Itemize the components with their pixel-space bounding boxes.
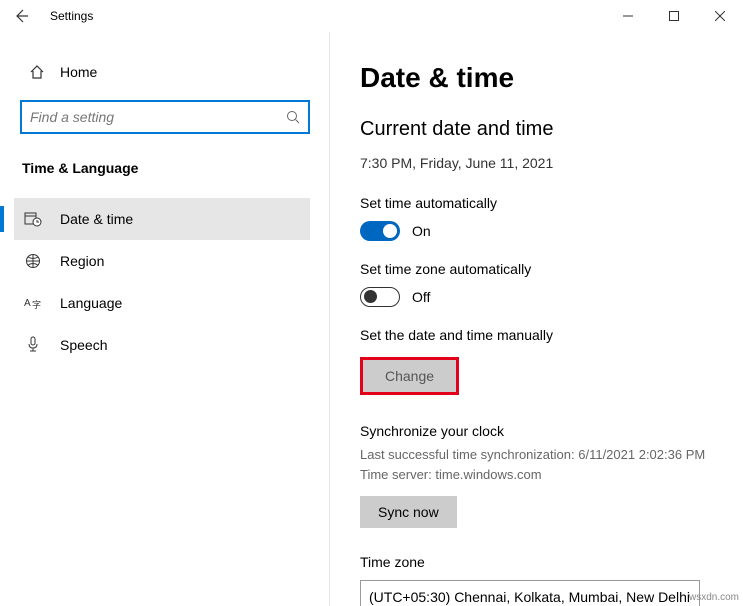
home-icon bbox=[28, 64, 46, 80]
microphone-icon bbox=[24, 336, 42, 354]
back-arrow-icon bbox=[14, 8, 30, 24]
svg-text:A: A bbox=[24, 298, 31, 309]
sync-meta: Last successful time synchronization: 6/… bbox=[360, 445, 719, 484]
set-time-auto-label: Set time automatically bbox=[360, 195, 719, 211]
manual-label: Set the date and time manually bbox=[360, 327, 719, 343]
sync-heading: Synchronize your clock bbox=[360, 423, 719, 439]
sidebar-divider bbox=[329, 32, 330, 606]
timezone-value: (UTC+05:30) Chennai, Kolkata, Mumbai, Ne… bbox=[369, 589, 690, 605]
nav-label: Speech bbox=[60, 337, 107, 353]
nav-speech[interactable]: Speech bbox=[14, 324, 310, 366]
set-time-auto-state: On bbox=[412, 223, 431, 239]
globe-icon bbox=[24, 253, 42, 269]
nav-language[interactable]: A字 Language bbox=[14, 282, 310, 324]
sync-last-label: Last successful time synchronization: bbox=[360, 447, 575, 462]
current-datetime: 7:30 PM, Friday, June 11, 2021 bbox=[360, 155, 719, 171]
timezone-select[interactable]: (UTC+05:30) Chennai, Kolkata, Mumbai, Ne… bbox=[360, 580, 700, 606]
sync-server-value: time.windows.com bbox=[435, 467, 541, 482]
sidebar: Home Time & Language Date & time Region … bbox=[0, 32, 330, 606]
nav-label: Date & time bbox=[60, 211, 133, 227]
search-icon bbox=[286, 110, 300, 124]
window-title: Settings bbox=[44, 9, 93, 23]
title-bar: Settings bbox=[0, 0, 743, 32]
nav-label: Region bbox=[60, 253, 104, 269]
svg-text:字: 字 bbox=[32, 299, 41, 310]
nav-region[interactable]: Region bbox=[14, 240, 310, 282]
change-button: Change bbox=[363, 360, 456, 392]
set-tz-auto-toggle[interactable] bbox=[360, 287, 400, 307]
page-heading: Date & time bbox=[360, 62, 719, 94]
close-icon bbox=[715, 11, 725, 21]
sync-last-value: 6/11/2021 2:02:36 PM bbox=[578, 447, 705, 462]
home-nav[interactable]: Home bbox=[20, 60, 310, 84]
sync-now-button[interactable]: Sync now bbox=[360, 496, 457, 528]
minimize-button[interactable] bbox=[605, 0, 651, 32]
set-tz-auto-label: Set time zone automatically bbox=[360, 261, 719, 277]
set-time-auto-toggle[interactable] bbox=[360, 221, 400, 241]
search-box[interactable] bbox=[20, 100, 310, 134]
back-button[interactable] bbox=[0, 8, 44, 24]
maximize-icon bbox=[669, 11, 679, 21]
home-label: Home bbox=[60, 64, 97, 80]
maximize-button[interactable] bbox=[651, 0, 697, 32]
close-button[interactable] bbox=[697, 0, 743, 32]
watermark: wsxdn.com bbox=[689, 592, 739, 603]
content-pane: Date & time Current date and time 7:30 P… bbox=[330, 32, 743, 606]
calendar-clock-icon bbox=[24, 210, 42, 228]
change-highlight: Change bbox=[360, 357, 459, 395]
set-tz-auto-state: Off bbox=[412, 289, 430, 305]
sync-server-label: Time server: bbox=[360, 467, 432, 482]
tz-label: Time zone bbox=[360, 554, 719, 570]
nav-date-time[interactable]: Date & time bbox=[14, 198, 310, 240]
search-input[interactable] bbox=[30, 109, 286, 125]
language-icon: A字 bbox=[24, 295, 42, 311]
sub-heading: Current date and time bbox=[360, 118, 719, 141]
minimize-icon bbox=[623, 11, 633, 21]
nav-label: Language bbox=[60, 295, 122, 311]
section-title: Time & Language bbox=[20, 160, 310, 176]
